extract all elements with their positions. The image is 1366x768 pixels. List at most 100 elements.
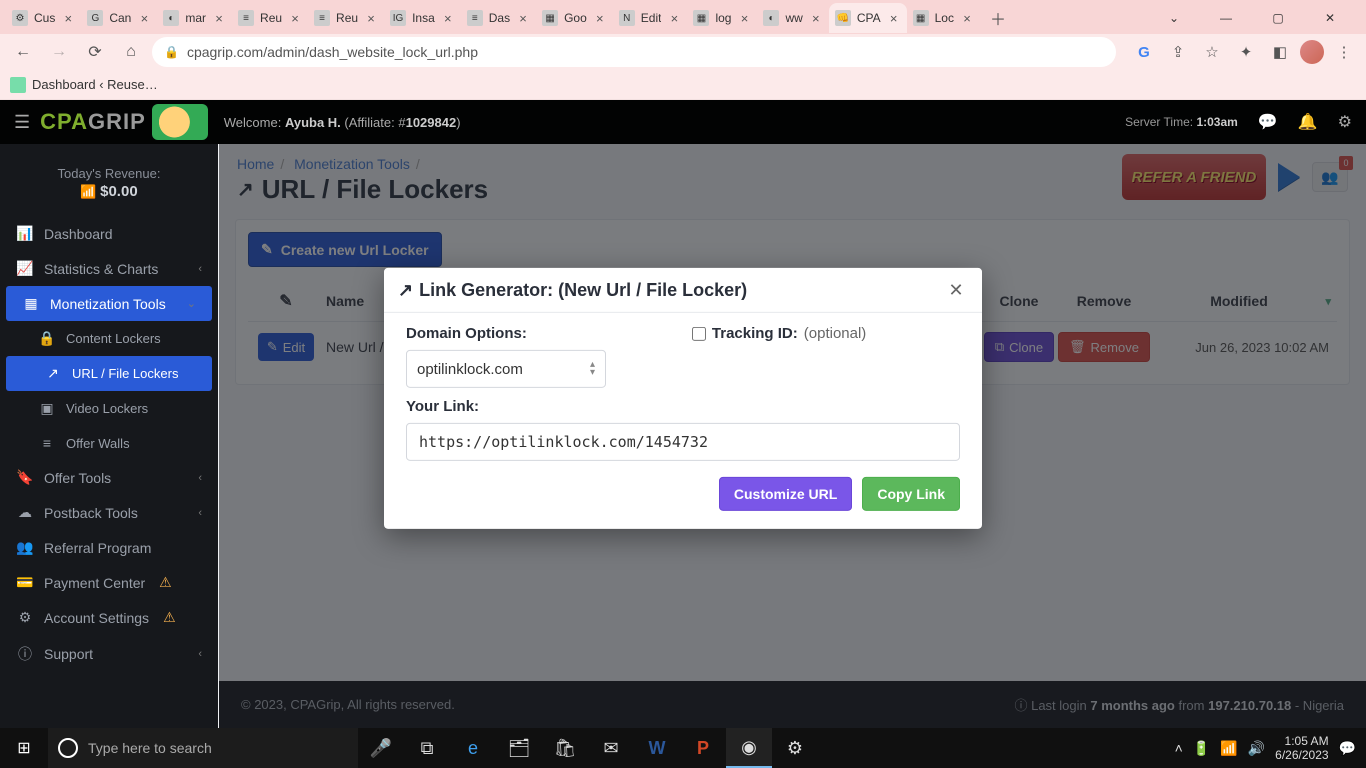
url-text: cpagrip.com/admin/dash_website_lock_url.… — [187, 44, 1104, 60]
close-icon[interactable]: × — [364, 11, 378, 25]
tab[interactable]: ▦Loc× — [907, 3, 980, 33]
favicon: ▦ — [542, 10, 558, 26]
tracking-id-label: Tracking ID: — [712, 325, 798, 342]
address-bar[interactable]: 🔒 cpagrip.com/admin/dash_website_lock_ur… — [152, 37, 1116, 67]
google-icon[interactable]: G — [1130, 38, 1158, 66]
sidebar-item-postback[interactable]: ☁Postback Tools‹ — [0, 495, 218, 530]
customize-url-button[interactable]: Customize URL — [719, 477, 852, 511]
sidebar: Today's Revenue: $0.00 📊Dashboard 📈Stati… — [0, 144, 218, 728]
battery-icon[interactable]: 🔋 — [1193, 740, 1210, 757]
close-icon[interactable]: × — [516, 11, 530, 25]
share-icon[interactable]: ⇪ — [1164, 38, 1192, 66]
taskbar-mail[interactable]: ✉ — [588, 728, 634, 768]
taskbar-explorer[interactable]: 🗂 — [496, 728, 542, 768]
tab[interactable]: ◐mar× — [157, 3, 232, 33]
minimize-icon[interactable]: — — [1204, 3, 1248, 33]
taskbar-settings[interactable]: ⚙ — [772, 728, 818, 768]
tab[interactable]: IGInsa× — [384, 3, 461, 33]
tab[interactable]: GCan× — [81, 3, 157, 33]
menu-icon[interactable]: ☰ — [14, 112, 30, 133]
tracking-id-checkbox[interactable] — [692, 326, 706, 340]
taskbar-edge[interactable]: e — [450, 728, 496, 768]
domain-options-label: Domain Options: — [406, 325, 672, 342]
sidebar-item-support[interactable]: ⓘSupport‹ — [0, 635, 218, 673]
tab-strip: ⚙Cus× GCan× ◐mar× ≡Reu× ≡Reu× IGInsa× ≡D… — [0, 0, 1366, 34]
chevron-down-icon[interactable]: ⌄ — [1152, 3, 1196, 33]
tab-title: Loc — [935, 11, 954, 25]
bookmark-item[interactable]: Dashboard ‹ Reuse… — [10, 77, 158, 93]
close-icon[interactable]: × — [887, 11, 901, 25]
close-icon[interactable]: × — [809, 11, 823, 25]
copy-link-button[interactable]: Copy Link — [862, 477, 960, 511]
star-icon[interactable]: ☆ — [1198, 38, 1226, 66]
close-icon[interactable]: × — [61, 11, 75, 25]
extensions-icon[interactable]: ✦ — [1232, 38, 1260, 66]
tab-active[interactable]: 👊CPA× — [829, 3, 907, 33]
back-button[interactable]: ← — [8, 37, 38, 67]
start-button[interactable]: ⊞ — [0, 728, 48, 768]
taskbar-powerpoint[interactable]: P — [680, 728, 726, 768]
bell-icon[interactable]: 🔔 — [1298, 112, 1318, 132]
close-icon[interactable]: × — [667, 11, 681, 25]
tab[interactable]: ≡Reu× — [308, 3, 384, 33]
tab[interactable]: NEdit× — [613, 3, 688, 33]
tab[interactable]: ◐ww× — [757, 3, 828, 33]
gear-icon[interactable]: ⚙ — [1338, 112, 1352, 132]
close-icon[interactable]: × — [960, 11, 974, 25]
reload-button[interactable]: ⟳ — [80, 37, 110, 67]
domain-select[interactable]: optilinklock.com ▴▾ — [406, 350, 606, 388]
tab[interactable]: ≡Reu× — [232, 3, 308, 33]
taskbar-store[interactable]: 🛍 — [542, 728, 588, 768]
home-button[interactable]: ⌂ — [116, 37, 146, 67]
clock[interactable]: 1:05 AM 6/26/2023 — [1275, 734, 1328, 762]
generated-link-input[interactable] — [406, 423, 960, 461]
menu-icon[interactable]: ⋮ — [1330, 38, 1358, 66]
video-icon: ▣ — [38, 400, 56, 417]
profile-avatar[interactable] — [1300, 40, 1324, 64]
sidebar-item-offer-walls[interactable]: ≡Offer Walls — [0, 426, 218, 460]
notifications-icon[interactable]: 💬 — [1339, 740, 1356, 757]
close-icon[interactable]: × — [288, 11, 302, 25]
close-icon[interactable]: × — [212, 11, 226, 25]
new-tab-button[interactable]: ＋ — [984, 4, 1012, 32]
modal-close-button[interactable]: ✕ — [944, 278, 968, 302]
taskbar-mic[interactable]: 🎤 — [358, 728, 404, 768]
tab-title: ww — [785, 11, 802, 25]
your-link-label: Your Link: — [406, 398, 960, 415]
sidebar-item-offer-tools[interactable]: 🔖Offer Tools‹ — [0, 460, 218, 495]
sidebar-item-referral[interactable]: 👥Referral Program — [0, 530, 218, 565]
close-icon[interactable]: × — [441, 11, 455, 25]
maximize-icon[interactable]: ▢ — [1256, 3, 1300, 33]
tab[interactable]: ▦log× — [687, 3, 757, 33]
tab[interactable]: ≡Das× — [461, 3, 536, 33]
taskbar-taskview[interactable]: ⧉ — [404, 728, 450, 768]
favicon: ≡ — [467, 10, 483, 26]
taskbar-word[interactable]: W — [634, 728, 680, 768]
tab[interactable]: ⚙Cus× — [6, 3, 81, 33]
tracking-id-field: Tracking ID: (optional) — [692, 325, 958, 342]
welcome-text: Welcome: Ayuba H. (Affiliate: #1029842) — [224, 115, 461, 130]
wifi-icon[interactable]: 📶 — [1220, 740, 1237, 757]
sidebar-item-content-lockers[interactable]: 🔒Content Lockers — [0, 321, 218, 356]
sidebar-item-video-lockers[interactable]: ▣Video Lockers — [0, 391, 218, 426]
tab[interactable]: ▦Goo× — [536, 3, 613, 33]
chat-icon[interactable]: 💬 — [1258, 112, 1278, 132]
taskbar-search[interactable]: Type here to search — [48, 728, 358, 768]
close-icon[interactable]: × — [593, 11, 607, 25]
forward-button[interactable]: → — [44, 37, 74, 67]
sidebar-item-account[interactable]: ⚙Account Settings⚠ — [0, 600, 218, 635]
sidebar-item-payment[interactable]: 💳Payment Center⚠ — [0, 565, 218, 600]
volume-icon[interactable]: 🔊 — [1248, 740, 1265, 757]
sidepanel-icon[interactable]: ◧ — [1266, 38, 1294, 66]
tray-expand-icon[interactable]: ˄ — [1175, 740, 1183, 756]
favicon: G — [87, 10, 103, 26]
sidebar-item-url-lockers[interactable]: ↗URL / File Lockers — [6, 356, 212, 391]
sidebar-item-monetization[interactable]: ▦Monetization Tools⌄ — [6, 286, 212, 321]
sidebar-item-dashboard[interactable]: 📊Dashboard — [0, 216, 218, 251]
close-icon[interactable]: ✕ — [1308, 3, 1352, 33]
select-value: optilinklock.com — [417, 360, 523, 377]
sidebar-item-stats[interactable]: 📈Statistics & Charts‹ — [0, 251, 218, 286]
close-icon[interactable]: × — [137, 11, 151, 25]
taskbar-chrome[interactable]: ◉ — [726, 728, 772, 768]
close-icon[interactable]: × — [737, 11, 751, 25]
